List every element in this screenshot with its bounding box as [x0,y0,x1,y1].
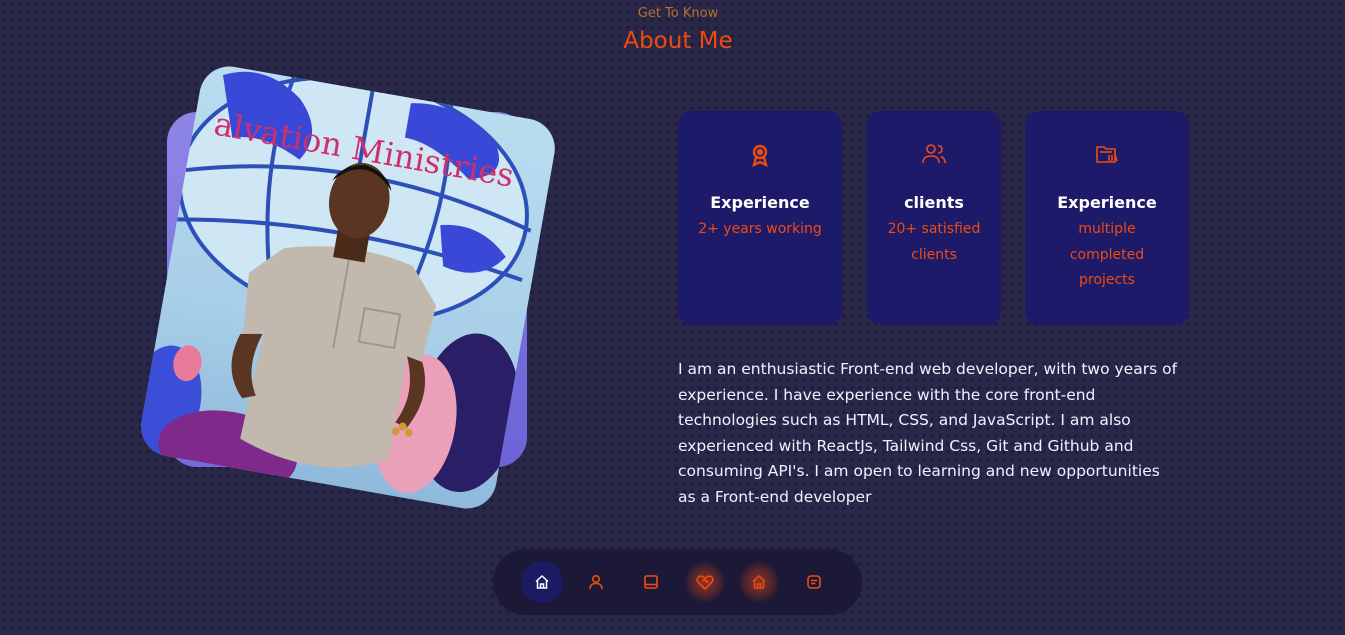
section-title: About Me [623,28,733,54]
award-icon [752,144,768,167]
section-eyebrow: Get To Know [637,6,719,21]
home-icon [752,574,766,589]
nav-about-button[interactable] [575,561,617,603]
stat-title: Experience [1057,193,1157,212]
bottom-nav [493,549,862,615]
book-icon [644,575,658,589]
nav-portfolio-button[interactable] [738,561,780,603]
stat-desc: multiple completed projects [1069,221,1145,288]
stat-card-projects: Experience multiple completed projects [1025,111,1189,325]
about-description: I am an enthusiastic Front-end web devel… [678,360,1178,506]
nav-home-button[interactable] [521,561,563,603]
home-icon [535,574,549,589]
stat-title: clients [904,193,964,212]
users-icon [922,144,946,164]
stat-card-clients: clients 20+ satisfied clients [867,111,1001,325]
profile-photo: alvation Ministries [136,61,560,514]
nav-services-button[interactable] [684,561,726,603]
folder-icon [1096,146,1118,163]
nav-experience-button[interactable] [630,561,672,603]
stat-title: Experience [710,193,810,212]
heart-handshake-icon [696,575,714,590]
message-square-icon [807,575,821,589]
stat-desc: 2+ years working [698,221,822,237]
user-icon [589,574,603,590]
stat-desc: 20+ satisfied clients [887,221,981,263]
stat-card-experience: Experience 2+ years working [678,111,842,325]
nav-contact-button[interactable] [793,561,835,603]
